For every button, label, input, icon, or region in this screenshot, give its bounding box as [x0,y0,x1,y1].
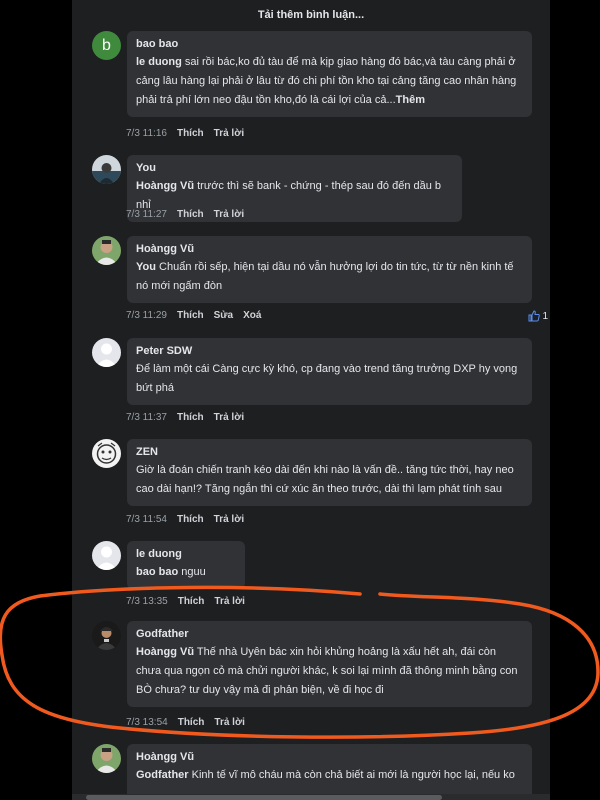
avatar[interactable] [92,541,121,570]
user-avatar-image [92,439,121,468]
reply-button[interactable]: Trả lời [214,514,244,525]
comment-actions: 7/3 11:16 Thích Trả lời [126,128,244,139]
reply-button[interactable]: Trả lời [214,596,244,607]
comment-timestamp: 7/3 11:54 [126,514,167,525]
user-avatar-image [92,744,121,773]
comment-actions: 7/3 11:37 Thích Trả lời [126,412,244,423]
mention-link[interactable]: Hoàngg Vũ [136,180,194,192]
comment-item: ZEN Giờ là đoán chiến tranh kéo dài đến … [92,439,542,529]
comment-text: Để làm một cái Càng cực kỳ khó, cp đang … [136,363,518,394]
avatar-letter: b [102,36,111,54]
comment-bubble: Peter SDW Để làm một cái Càng cực kỳ khó… [127,338,532,405]
see-more-link[interactable]: Thêm [396,94,425,106]
comment-timestamp: 7/3 11:29 [126,310,167,321]
comment-item: Hoàngg Vũ You Chuẩn rồi sếp, hiện tại dầ… [92,236,548,326]
default-avatar-icon [92,338,121,367]
default-avatar-icon [92,541,121,570]
comment-bubble: le duong bao bao nguu [127,541,245,589]
avatar[interactable] [92,338,121,367]
comment-author[interactable]: le duong [136,547,236,561]
comment-actions: 7/3 11:29 Thích Sửa Xoá [126,310,261,321]
comment-text: You Chuẩn rồi sếp, hiện tại dầu nó vẫn h… [136,261,514,292]
reply-button[interactable]: Trả lời [214,717,244,728]
comment-item: Godfather Hoàngg Vũ Thế nhà Uyên bác xin… [92,621,542,731]
comment-text: Hoàngg Vũ Thế nhà Uyên bác xin hỏi khủng… [136,646,518,696]
user-avatar-image [92,236,121,265]
thumbs-up-icon [528,310,541,322]
comment-author[interactable]: Hoàngg Vũ [136,242,523,256]
comment-actions: 7/3 13:35 Thích Trả lời [126,596,245,607]
mention-link[interactable]: Hoàngg Vũ [136,646,194,658]
like-count[interactable]: 1 [528,310,548,322]
comment-bubble: Hoàngg Vũ Godfather Kinh tế vĩ mô cháu m… [127,744,532,800]
comment-author[interactable]: You [136,161,453,175]
comment-item: le duong bao bao nguu 7/3 13:35 Thích Tr… [92,541,542,611]
avatar[interactable] [92,439,121,468]
avatar[interactable] [92,744,121,773]
mention-link[interactable]: bao bao [136,566,178,578]
edit-button[interactable]: Sửa [214,310,233,321]
mention-link[interactable]: You [136,261,156,273]
comment-bubble: bao bao le duong sai rồi bác,ko đủ tàu đ… [127,31,532,117]
like-button[interactable]: Thích [177,310,204,321]
avatar[interactable] [92,621,121,650]
like-button[interactable]: Thích [177,514,204,525]
reply-button[interactable]: Trả lời [214,128,244,139]
delete-button[interactable]: Xoá [243,310,261,321]
comment-item: b bao bao le duong sai rồi bác,ko đủ tàu… [92,31,542,141]
user-avatar-image [92,155,121,184]
comment-item: Hoàngg Vũ Godfather Kinh tế vĩ mô cháu m… [92,744,542,800]
user-avatar-image [92,621,121,650]
comment-author[interactable]: Peter SDW [136,344,523,358]
like-button[interactable]: Thích [177,209,204,220]
like-button[interactable]: Thích [178,596,205,607]
reply-button[interactable]: Trả lời [214,209,244,220]
comment-timestamp: 7/3 11:16 [126,128,167,139]
comment-actions: 7/3 11:54 Thích Trả lời [126,514,244,525]
comment-text: le duong sai rồi bác,ko đủ tàu để mà kịp… [136,56,517,106]
comment-author[interactable]: bao bao [136,37,523,51]
avatar[interactable] [92,236,121,265]
mention-link[interactable]: le duong [136,56,182,68]
like-button[interactable]: Thích [177,412,204,423]
comment-text: Giờ là đoán chiến tranh kéo dài đến khi … [136,464,514,495]
mention-link[interactable]: Godfather [136,769,189,781]
comment-bubble: Hoàngg Vũ You Chuẩn rồi sếp, hiện tại dầ… [127,236,532,303]
load-more-comments-link[interactable]: Tải thêm bình luận... [72,9,550,21]
avatar[interactable]: b [92,31,121,60]
comment-bubble: Godfather Hoàngg Vũ Thế nhà Uyên bác xin… [127,621,532,707]
comments-panel: Tải thêm bình luận... b bao bao le duong… [72,0,550,800]
like-button[interactable]: Thích [177,128,204,139]
avatar[interactable] [92,155,121,184]
comment-item: You Hoàngg Vũ trước thì sẽ bank - chứng … [92,155,542,225]
comment-bubble: ZEN Giờ là đoán chiến tranh kéo dài đến … [127,439,532,506]
comment-actions: 7/3 13:54 Thích Trả lời [126,717,245,728]
comment-author[interactable]: Godfather [136,627,523,641]
comment-timestamp: 7/3 13:54 [126,717,168,728]
comment-author[interactable]: Hoàngg Vũ [136,750,523,764]
comment-text: bao bao nguu [136,566,206,578]
comment-timestamp: 7/3 13:35 [126,596,168,607]
comment-timestamp: 7/3 11:27 [126,209,167,220]
comment-item: Peter SDW Để làm một cái Càng cực kỳ khó… [92,338,542,428]
comment-timestamp: 7/3 11:37 [126,412,167,423]
reply-button[interactable]: Trả lời [214,412,244,423]
comment-text: Godfather Kinh tế vĩ mô cháu mà còn chả … [136,769,515,781]
like-button[interactable]: Thích [178,717,205,728]
comment-actions: 7/3 11:27 Thích Trả lời [126,209,244,220]
horizontal-scrollbar-thumb[interactable] [86,795,442,800]
comment-author[interactable]: ZEN [136,445,523,459]
